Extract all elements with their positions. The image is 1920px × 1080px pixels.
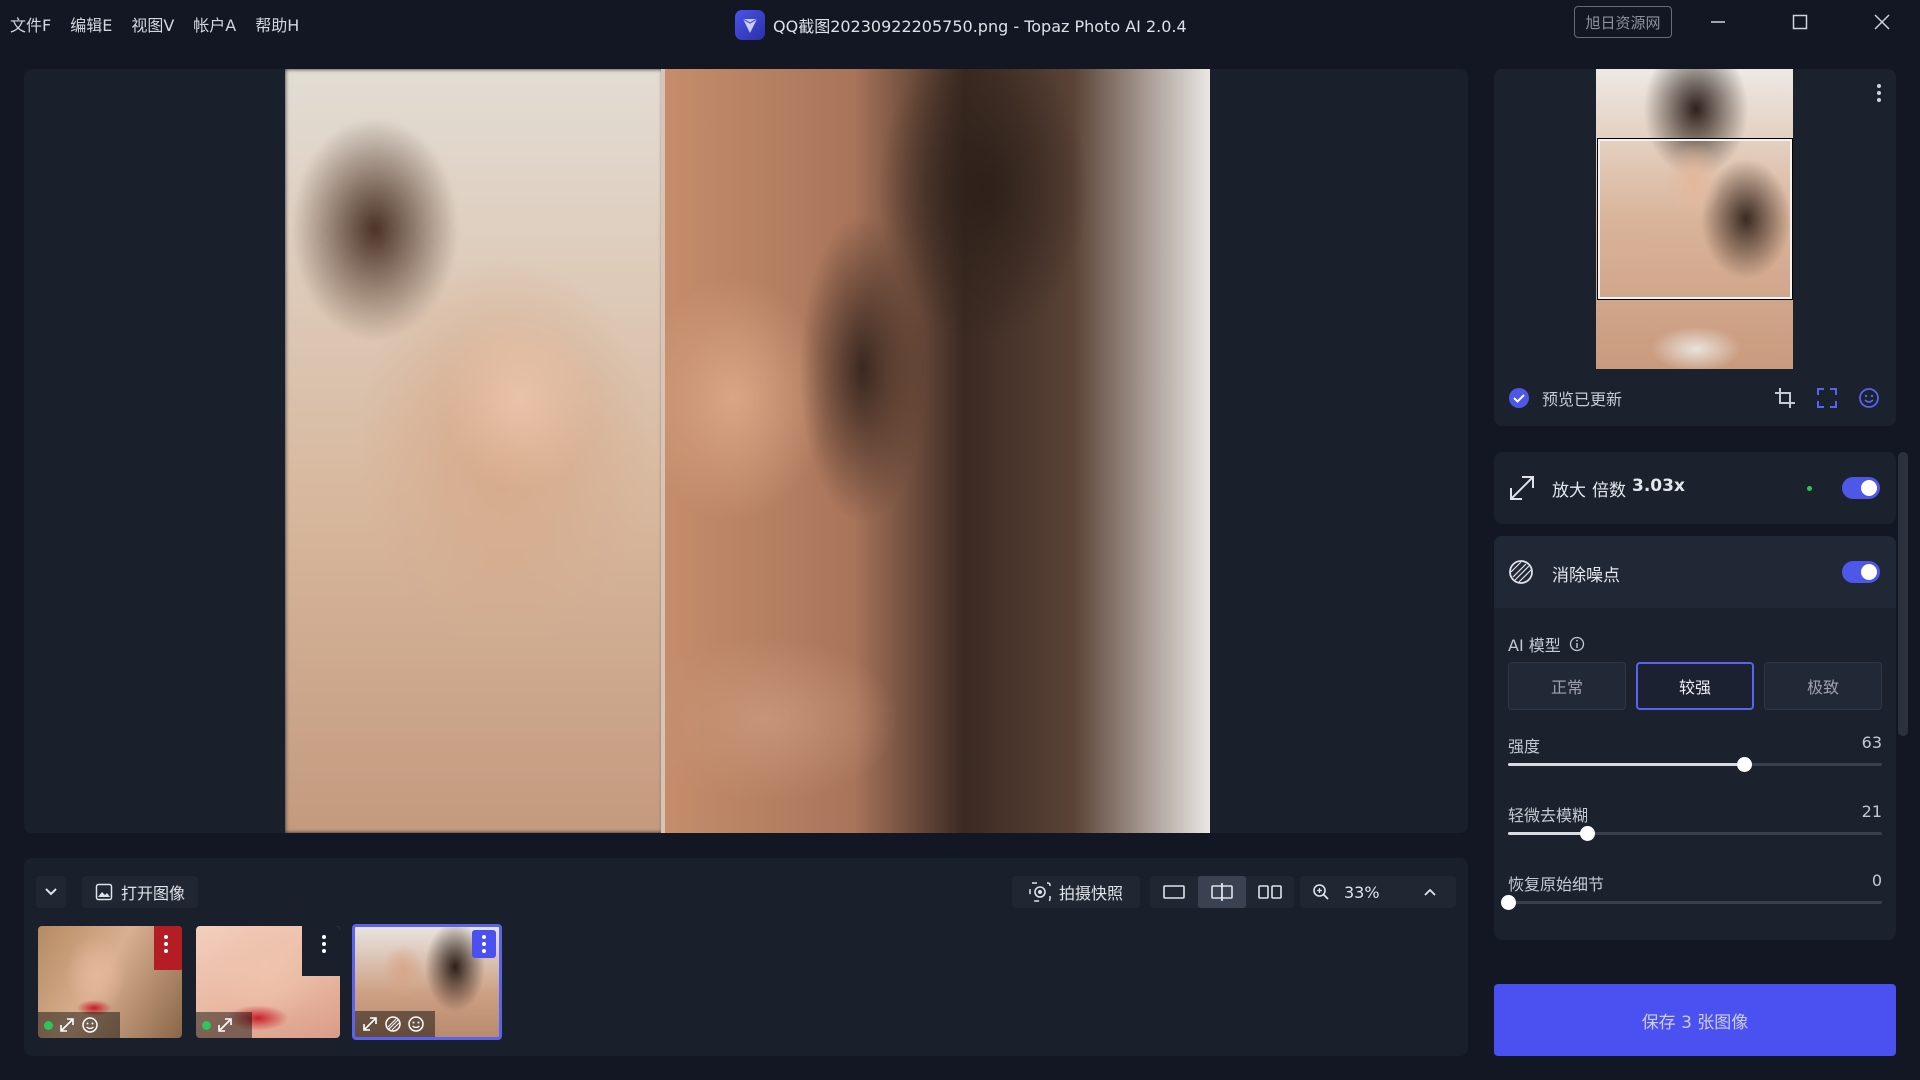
crop-icon[interactable]	[1774, 387, 1796, 409]
face-icon	[408, 1016, 424, 1032]
window-title-text: QQ截图20230922205750.png - Topaz Photo AI …	[773, 17, 1187, 36]
menu-edit[interactable]: 编辑E	[70, 12, 112, 36]
status-dot-icon	[44, 1020, 53, 1030]
image-icon	[95, 883, 113, 901]
thumbnail-status-bar	[38, 1012, 120, 1038]
upscale-icon	[1510, 476, 1534, 500]
strength-value: 63	[1861, 733, 1882, 752]
menu-view[interactable]: 视图V	[131, 12, 174, 36]
upscale-label: 放大	[1552, 481, 1586, 501]
thumbnail-menu-button[interactable]	[312, 930, 336, 958]
snapshot-button[interactable]: 拍摄快照	[1012, 876, 1140, 908]
deblur-knob[interactable]	[1579, 826, 1595, 841]
thumbnail-2[interactable]	[196, 926, 340, 1038]
face-recovery-icon[interactable]	[1858, 387, 1880, 409]
denoise-title: 消除噪点	[1552, 566, 1620, 586]
upscale-factor-label: 倍数	[1592, 481, 1626, 501]
single-view-button[interactable]	[1150, 876, 1198, 908]
bottom-panel: 打开图像 拍摄快照 33%	[24, 858, 1468, 1056]
navigator-menu-button[interactable]	[1872, 79, 1886, 107]
menu-account[interactable]: 帐户A	[193, 12, 236, 36]
settings-scrollbar[interactable]	[1898, 452, 1908, 736]
watermark-badge: 旭日资源网	[1574, 6, 1672, 38]
menu-help[interactable]: 帮助H	[255, 12, 299, 36]
view-mode-group	[1150, 876, 1294, 908]
model-extreme-button[interactable]: 极致	[1764, 662, 1882, 710]
check-circle-icon	[1509, 387, 1529, 408]
chevron-down-icon	[45, 888, 57, 896]
comparison-image[interactable]	[285, 69, 1210, 833]
open-image-label: 打开图像	[120, 884, 185, 903]
preview-status-text: 预览已更新	[1542, 389, 1623, 409]
denoise-header[interactable]: 消除噪点	[1494, 536, 1896, 608]
ai-model-heading: AI 模型	[1508, 632, 1585, 656]
thumbnail-1[interactable]	[38, 926, 182, 1038]
zoom-control[interactable]: 33%	[1300, 876, 1456, 908]
denoise-card: 消除噪点 AI 模型 正常 较强 极致 强度 63 轻微去模糊 21 恢复原始细…	[1494, 536, 1896, 940]
navigator-viewport-box[interactable]	[1598, 139, 1792, 299]
zoom-value: 33%	[1344, 882, 1380, 902]
collapse-button[interactable]	[36, 876, 66, 908]
camera-icon	[1029, 882, 1051, 902]
thumbnail-menu-button[interactable]	[154, 930, 178, 958]
side-by-side-button[interactable]	[1246, 876, 1294, 908]
upscale-icon	[218, 1018, 232, 1032]
strength-knob[interactable]	[1736, 757, 1752, 772]
info-icon[interactable]	[1569, 636, 1585, 652]
comparison-divider[interactable]	[661, 69, 665, 833]
navigator-panel: 预览已更新	[1494, 69, 1896, 426]
split-view-button[interactable]	[1198, 876, 1246, 908]
restore-detail-knob[interactable]	[1501, 895, 1516, 910]
open-image-button[interactable]: 打开图像	[82, 876, 198, 908]
snapshot-label: 拍摄快照	[1058, 884, 1123, 903]
ai-model-label: AI 模型	[1508, 636, 1561, 655]
ai-model-options: 正常 较强 极致	[1508, 662, 1882, 710]
chevron-up-icon[interactable]	[1422, 884, 1438, 900]
close-button[interactable]	[1854, 6, 1910, 38]
upscale-factor-value: 3.03x	[1632, 476, 1685, 496]
upscale-title: 放大 倍数 3.03x	[1552, 476, 1685, 501]
denoise-toggle[interactable]	[1842, 561, 1880, 583]
restore-detail-value: 0	[1871, 871, 1882, 890]
thumbnail-status-bar	[196, 1012, 252, 1038]
upscale-status-dot	[1807, 486, 1812, 491]
enhanced-half	[663, 69, 1210, 833]
deblur-label: 轻微去模糊	[1508, 806, 1589, 825]
status-dot-icon	[202, 1020, 211, 1030]
restore-detail-track[interactable]	[1501, 895, 1882, 910]
thumbnail-status-bar	[355, 1011, 435, 1037]
restore-detail-label: 恢复原始细节	[1508, 875, 1605, 894]
thumbnail-3-selected[interactable]	[352, 924, 502, 1040]
title-bar: 文件F 编辑E 视图V 帐户A 帮助H QQ截图20230922205750.p…	[0, 0, 1920, 44]
upscale-card[interactable]: 放大 倍数 3.03x	[1494, 452, 1896, 524]
upscale-toggle[interactable]	[1842, 477, 1880, 499]
minimize-button[interactable]	[1690, 6, 1746, 38]
original-half	[285, 69, 663, 833]
denoise-icon	[1509, 560, 1533, 584]
fullscreen-icon[interactable]	[1816, 387, 1838, 409]
face-icon	[82, 1017, 98, 1033]
save-images-button[interactable]: 保存 3 张图像	[1494, 984, 1896, 1056]
strength-track[interactable]	[1508, 757, 1882, 772]
side-by-side-icon	[1258, 885, 1282, 899]
upscale-icon	[60, 1018, 74, 1032]
upscale-icon	[363, 1017, 377, 1031]
model-normal-button[interactable]: 正常	[1508, 662, 1626, 710]
deblur-track[interactable]	[1508, 826, 1882, 841]
image-canvas[interactable]	[24, 69, 1468, 833]
preview-status-bar: 预览已更新	[1494, 369, 1896, 426]
split-view-icon	[1211, 883, 1233, 901]
denoise-icon	[385, 1016, 401, 1032]
maximize-button[interactable]	[1772, 6, 1828, 38]
model-strong-button[interactable]: 较强	[1636, 662, 1754, 710]
single-view-icon	[1163, 885, 1185, 899]
strength-label: 强度	[1508, 737, 1541, 756]
menu-bar: 文件F 编辑E 视图V 帐户A 帮助H	[10, 12, 299, 36]
deblur-value: 21	[1861, 802, 1882, 821]
thumbnail-menu-button[interactable]	[472, 930, 496, 958]
zoom-icon	[1313, 884, 1329, 900]
menu-file[interactable]: 文件F	[10, 12, 51, 36]
window-title: QQ截图20230922205750.png - Topaz Photo AI …	[735, 10, 1187, 40]
topaz-logo-icon	[735, 10, 765, 40]
